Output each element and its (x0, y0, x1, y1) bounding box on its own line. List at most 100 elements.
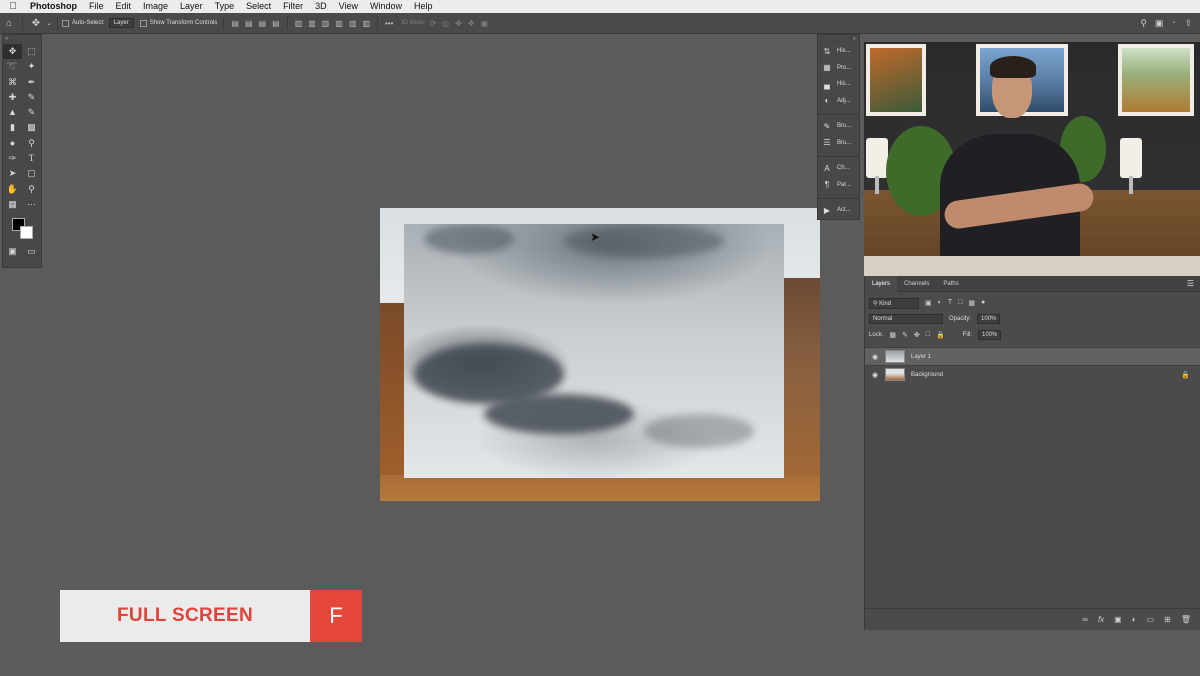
type-filter-icon[interactable]: T (948, 299, 952, 307)
eye-icon[interactable]: ◉ (871, 353, 879, 361)
background-color-swatch[interactable] (20, 226, 33, 240)
menu-app-name[interactable]: Photoshop (26, 0, 83, 13)
layer-name[interactable]: Background (911, 372, 943, 378)
3d-roll-icon[interactable]: ◎ (442, 19, 449, 28)
distribute-left-icon[interactable]: ▥ (335, 19, 343, 28)
menu-edit[interactable]: Edit (110, 0, 138, 13)
dock-item-adjustments[interactable]: ◐ Adj... (818, 93, 859, 110)
tab-layers[interactable]: Layers (865, 275, 898, 292)
hand-tool-icon[interactable]: ✋ (3, 182, 22, 197)
opacity-input[interactable]: 100% (977, 314, 1001, 324)
pixel-filter-icon[interactable]: ▣ (925, 299, 932, 307)
marquee-tool-icon[interactable]: ⬚ (22, 44, 41, 59)
eraser-tool-icon[interactable]: ▮ (3, 120, 22, 135)
apple-icon[interactable]:  (0, 1, 26, 12)
trash-icon[interactable]: 🗑 (1181, 615, 1191, 624)
blur-tool-icon[interactable]: ● (3, 136, 22, 151)
workspace-icon[interactable]: ▣ (1155, 18, 1164, 29)
3d-rotate-icon[interactable]: ⟳ (429, 19, 436, 28)
lock-artboard-icon[interactable]: □ (926, 331, 930, 339)
blend-mode-dropdown[interactable]: Normal (869, 314, 943, 324)
filter-toggle-icon[interactable]: ● (981, 299, 985, 307)
path-selection-tool-icon[interactable]: ➤ (3, 166, 22, 181)
adjustment-layer-icon[interactable]: ◐ (1132, 615, 1137, 624)
align-top-icon[interactable]: ▤ (272, 19, 280, 28)
menu-3d[interactable]: 3D (309, 0, 333, 13)
dock-item-brushes[interactable]: ✎ Bru... (818, 118, 859, 135)
zoom-tool-icon[interactable]: ⚲ (22, 182, 41, 197)
new-group-icon[interactable]: ▭ (1147, 615, 1155, 624)
fill-input[interactable]: 100% (978, 330, 1002, 340)
more-tools-icon[interactable]: ⋯ (22, 197, 41, 212)
edit-toolbar-icon[interactable]: ▦ (3, 197, 22, 212)
transform-controls-checkbox[interactable] (139, 19, 147, 27)
layer-row-layer-1[interactable]: ◉ Layer 1 (865, 347, 1200, 365)
auto-select-checkbox[interactable] (62, 19, 69, 27)
tab-paths[interactable]: Paths (936, 276, 965, 292)
chevron-down-icon[interactable]: ⌄ (1171, 18, 1176, 29)
lock-transparent-icon[interactable]: ▦ (889, 331, 896, 339)
screen-mode-icon[interactable]: ▭ (22, 244, 41, 259)
layer-row-background[interactable]: ◉ Background 🔒 (865, 365, 1200, 383)
menu-window[interactable]: Window (364, 0, 408, 13)
filter-kind-dropdown[interactable]: ⚲ Kind (869, 297, 919, 309)
magic-wand-tool-icon[interactable]: ✦ (22, 59, 41, 74)
lasso-tool-icon[interactable]: ➰ (3, 59, 22, 74)
panel-menu-icon[interactable]: ☰ (1187, 279, 1200, 288)
dock-item-properties[interactable]: ▦ Pro... (818, 60, 859, 77)
healing-brush-tool-icon[interactable]: ✚ (3, 90, 22, 105)
menu-view[interactable]: View (333, 0, 364, 13)
pen-tool-icon[interactable]: ✑ (3, 151, 22, 166)
distribute-top-icon[interactable]: ▥ (295, 19, 303, 28)
lock-image-icon[interactable]: ✎ (902, 331, 908, 339)
menu-type[interactable]: Type (209, 0, 241, 13)
clone-stamp-tool-icon[interactable]: ▲ (3, 105, 22, 120)
dock-item-brush-settings[interactable]: ☰ Bru... (818, 135, 859, 152)
add-mask-icon[interactable]: ▣ (1114, 615, 1122, 624)
new-layer-icon[interactable]: ⊞ (1164, 615, 1171, 624)
align-right-icon[interactable]: ▤ (259, 19, 267, 28)
3d-pan-icon[interactable]: ✥ (455, 19, 462, 28)
fx-icon[interactable]: fx (1098, 615, 1104, 624)
share-icon[interactable]: ⇧ (1184, 18, 1192, 29)
menu-filter[interactable]: Filter (277, 0, 309, 13)
layer-name[interactable]: Layer 1 (911, 354, 931, 360)
eyedropper-tool-icon[interactable]: ✒ (22, 75, 41, 90)
menu-layer[interactable]: Layer (174, 0, 209, 13)
menu-select[interactable]: Select (240, 0, 277, 13)
adjustment-filter-icon[interactable]: ◐ (938, 299, 942, 307)
menu-file[interactable]: File (83, 0, 110, 13)
chevron-down-icon[interactable]: ⌄ (45, 20, 53, 27)
shape-tool-icon[interactable]: ▢ (22, 166, 41, 181)
lock-all-icon[interactable]: 🔒 (936, 331, 945, 339)
move-tool-icon[interactable]: ✥ (3, 44, 22, 60)
auto-select-dropdown[interactable]: Layer (108, 18, 134, 28)
tab-channels[interactable]: Channels (897, 276, 936, 292)
gradient-tool-icon[interactable]: ▩ (22, 120, 41, 135)
link-layers-icon[interactable]: ∞ (1082, 615, 1088, 624)
quick-mask-icon[interactable]: ▣ (3, 244, 22, 259)
dock-item-character[interactable]: A Ch... (818, 160, 859, 177)
tools-collapse-icon[interactable]: » (3, 35, 41, 44)
lock-icon[interactable]: 🔒 (1181, 371, 1200, 379)
distribute-center-icon[interactable]: ▥ (349, 19, 357, 28)
move-tool-icon[interactable]: ✥ (27, 18, 45, 29)
dodge-tool-icon[interactable]: ⚲ (22, 136, 41, 151)
history-brush-tool-icon[interactable]: ✎ (22, 105, 41, 120)
align-left-icon[interactable]: ▤ (231, 19, 239, 28)
distribute-right-icon[interactable]: ▥ (362, 19, 370, 28)
3d-scale-icon[interactable]: ▣ (481, 19, 489, 28)
menu-help[interactable]: Help (408, 0, 439, 13)
dock-item-paragraph[interactable]: ¶ Par... (818, 177, 859, 194)
align-center-icon[interactable]: ▤ (245, 19, 253, 28)
type-tool-icon[interactable]: T (22, 151, 41, 166)
dock-item-history[interactable]: ⇅ His... (818, 43, 859, 60)
document-canvas[interactable] (380, 208, 820, 501)
brush-tool-icon[interactable]: ✎ (22, 90, 41, 105)
shape-filter-icon[interactable]: □ (958, 299, 962, 307)
smart-object-filter-icon[interactable]: ▦ (968, 299, 975, 307)
lock-position-icon[interactable]: ✥ (914, 331, 920, 339)
distribute-bottom-icon[interactable]: ▥ (322, 19, 330, 28)
search-icon[interactable]: ⚲ (1140, 18, 1147, 29)
eye-icon[interactable]: ◉ (871, 371, 879, 379)
